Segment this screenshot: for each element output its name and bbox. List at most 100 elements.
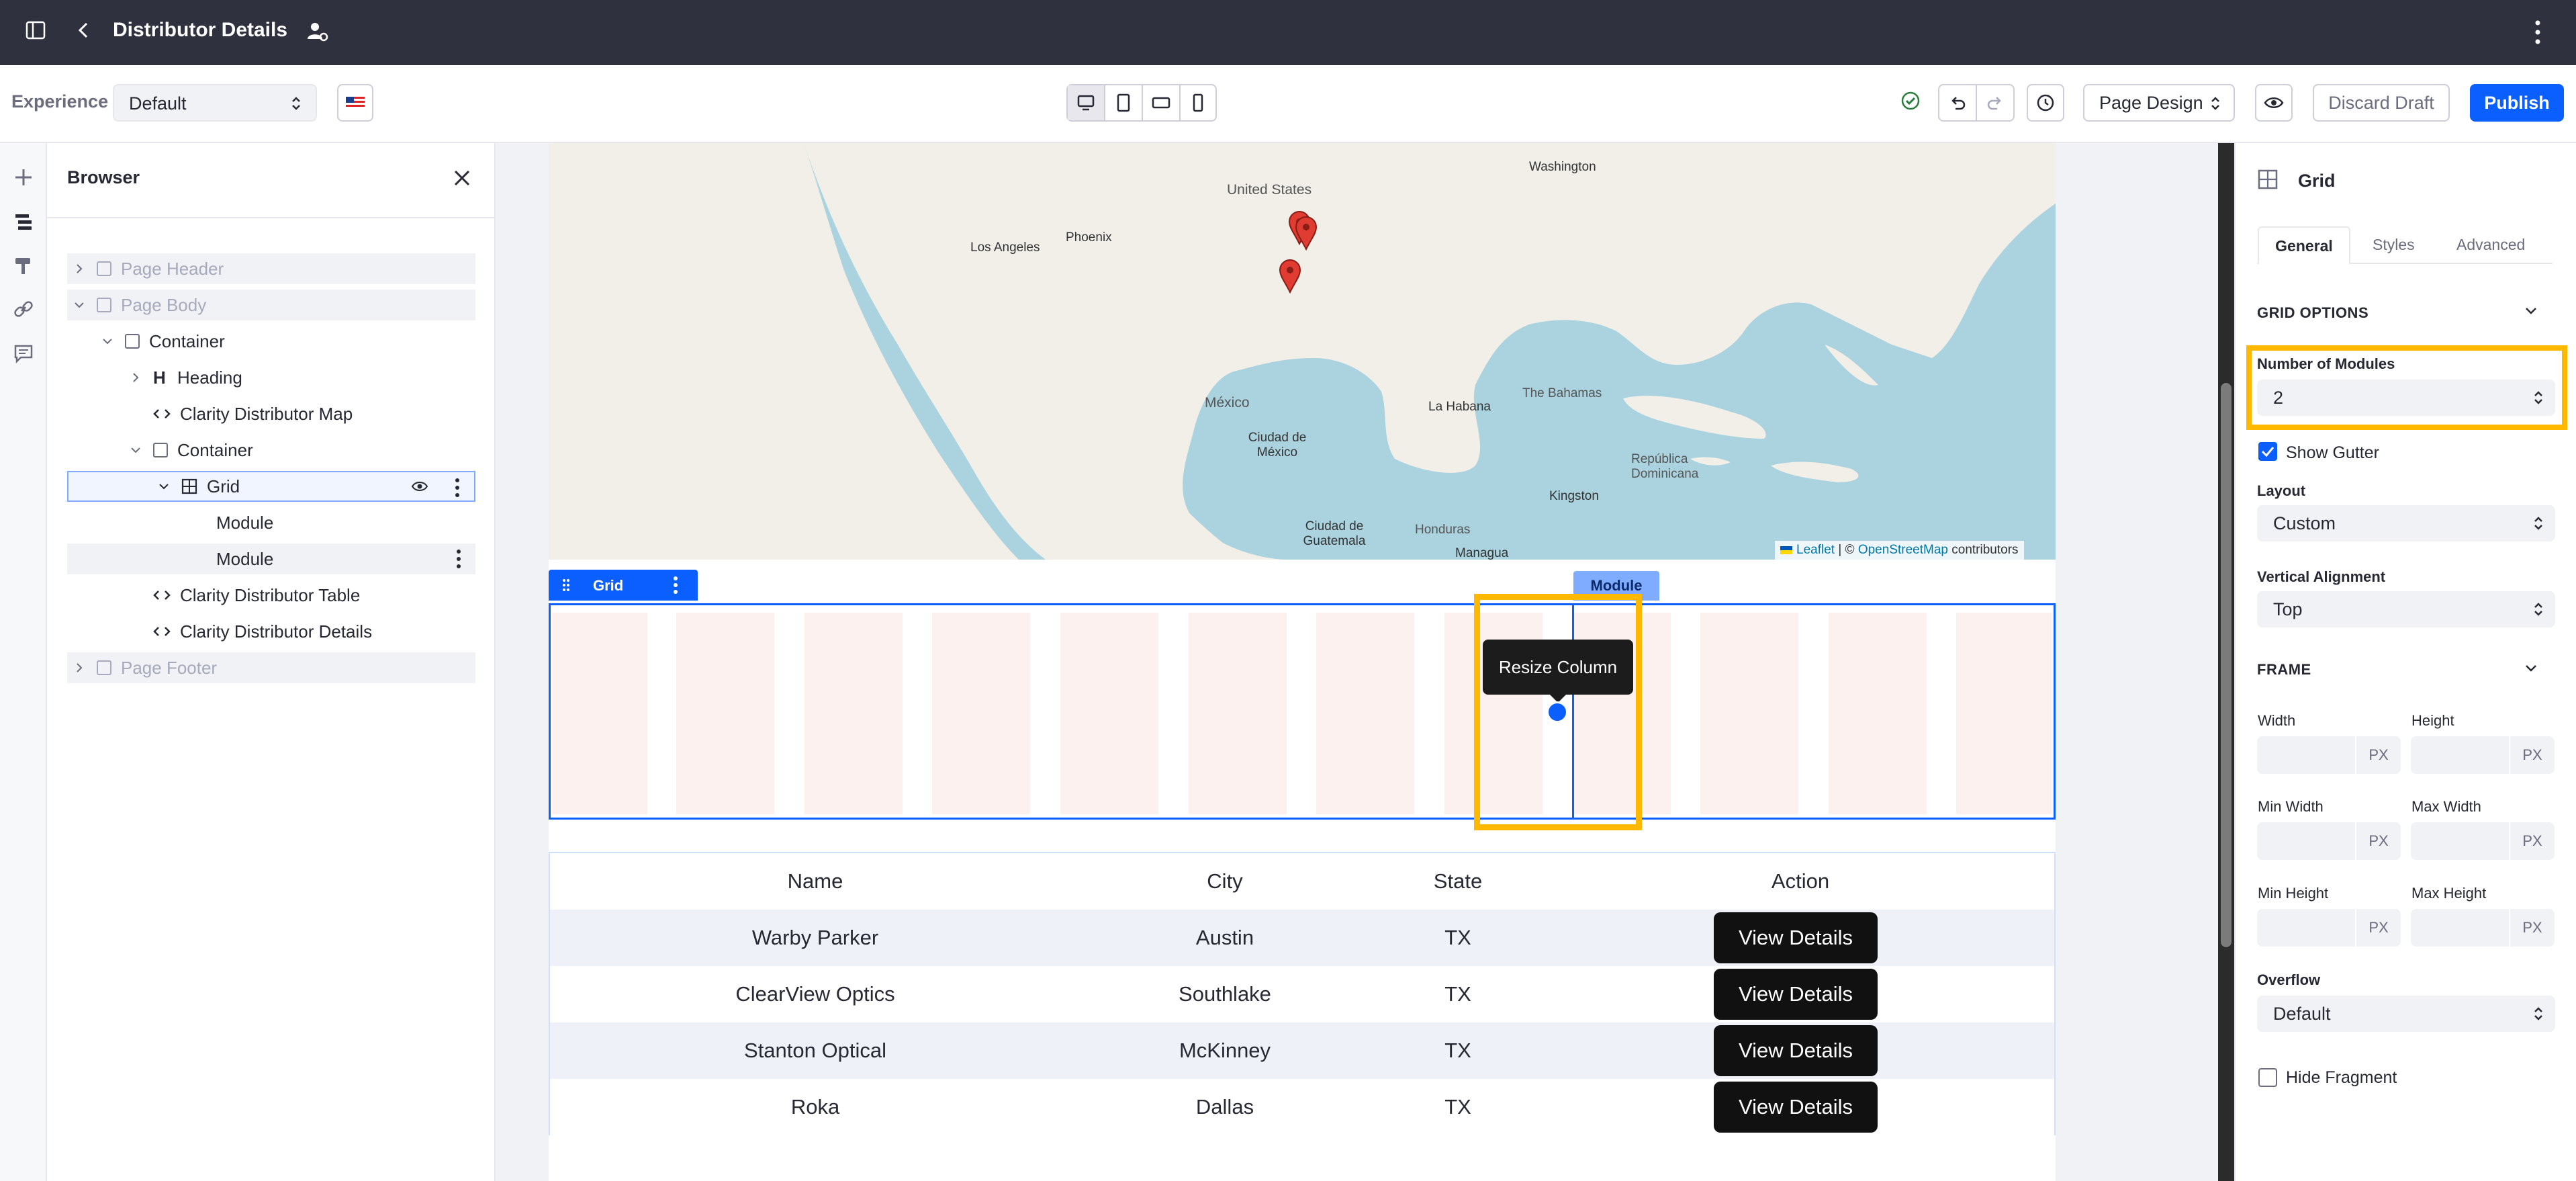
item-options-icon[interactable]: [457, 550, 461, 568]
width-field[interactable]: [2257, 736, 2355, 774]
view-details-button[interactable]: View Details: [1714, 1025, 1878, 1076]
min-width-unit[interactable]: PX: [2356, 822, 2401, 860]
tree-item-container[interactable]: Container: [67, 326, 475, 357]
discard-draft-button[interactable]: Discard Draft: [2313, 84, 2450, 122]
browser-tree-icon[interactable]: [13, 212, 34, 232]
resize-handle[interactable]: [1547, 701, 1568, 723]
tree-item-page-header[interactable]: Page Header: [67, 253, 475, 284]
page-design-select[interactable]: Page Design: [2083, 84, 2235, 122]
min-width-input[interactable]: PX: [2257, 822, 2401, 860]
page-title: Distributor Details: [113, 19, 288, 41]
min-height-field[interactable]: [2257, 909, 2355, 947]
undo-button[interactable]: [1939, 85, 1977, 120]
height-input[interactable]: PX: [2411, 736, 2555, 774]
grid-topper[interactable]: Grid: [549, 570, 698, 601]
tree-item-module-2[interactable]: Module: [67, 543, 475, 574]
tab-advanced[interactable]: Advanced: [2456, 236, 2525, 254]
view-details-button[interactable]: View Details: [1714, 969, 1878, 1020]
tree-item-heading[interactable]: H Heading: [67, 362, 475, 393]
select-caret-icon: [2534, 603, 2542, 616]
leaflet-link[interactable]: Leaflet: [1796, 543, 1835, 558]
tab-styles[interactable]: Styles: [2373, 236, 2415, 254]
hide-fragment-checkbox[interactable]: [2258, 1068, 2277, 1087]
layout-select[interactable]: Custom: [2257, 505, 2555, 541]
preview-button[interactable]: [2255, 84, 2293, 122]
tree-item-label: Container: [149, 331, 225, 351]
overflow-select[interactable]: Default: [2257, 996, 2555, 1032]
max-width-input[interactable]: PX: [2411, 822, 2555, 860]
height-field[interactable]: [2411, 736, 2509, 774]
chevron-right-icon[interactable]: [73, 661, 86, 674]
chevron-down-icon[interactable]: [129, 443, 142, 457]
fragment-checkbox-icon: [97, 660, 111, 675]
max-width-unit[interactable]: PX: [2510, 822, 2555, 860]
tree-item-page-body[interactable]: Page Body: [67, 290, 475, 320]
width-input[interactable]: PX: [2257, 736, 2401, 774]
tree-item-grid[interactable]: Grid: [67, 471, 475, 502]
min-height-input[interactable]: PX: [2257, 909, 2401, 947]
redo-button[interactable]: [1977, 85, 2013, 120]
show-gutter-checkbox[interactable]: [2258, 442, 2277, 461]
grid-options-heading[interactable]: GRID OPTIONS: [2257, 304, 2368, 322]
tree-item-label: Clarity Distributor Details: [180, 621, 373, 642]
vertical-alignment-select[interactable]: Top: [2257, 591, 2555, 627]
grid-options-icon[interactable]: [672, 576, 679, 595]
map-marker-icon[interactable]: [1278, 259, 1302, 294]
frame-heading[interactable]: FRAME: [2257, 661, 2311, 679]
tree-item-distributor-details[interactable]: Clarity Distributor Details: [67, 616, 475, 647]
openstreetmap-link[interactable]: OpenStreetMap: [1858, 543, 1948, 558]
visibility-eye-icon[interactable]: [411, 480, 428, 492]
chevron-down-icon[interactable]: [101, 335, 114, 348]
grid-column-guide: [1829, 613, 1927, 814]
chevron-down-icon[interactable]: [73, 298, 86, 312]
chevron-down-icon[interactable]: [2524, 304, 2538, 318]
tab-general[interactable]: General: [2258, 226, 2350, 264]
back-icon[interactable]: [75, 20, 91, 40]
height-unit[interactable]: PX: [2510, 736, 2555, 774]
more-options-icon[interactable]: [2534, 19, 2541, 46]
tree-item-distributor-map[interactable]: Clarity Distributor Map: [67, 398, 475, 429]
min-height-unit[interactable]: PX: [2356, 909, 2401, 947]
portrait-view-button[interactable]: [1181, 85, 1215, 120]
add-fragment-icon[interactable]: [13, 167, 34, 187]
tree-item-container-inner[interactable]: Container: [67, 435, 475, 466]
tree-item-page-footer[interactable]: Page Footer: [67, 652, 475, 683]
user-permissions-icon[interactable]: [306, 20, 329, 43]
view-details-button[interactable]: View Details: [1714, 912, 1878, 963]
publish-button[interactable]: Publish: [2470, 84, 2564, 122]
history-button[interactable]: [2027, 84, 2064, 122]
page-design-brush-icon[interactable]: [13, 256, 34, 276]
app-header: Distributor Details: [0, 0, 2576, 65]
sidebar-toggle-icon[interactable]: [26, 20, 46, 40]
container-icon: [125, 334, 140, 349]
language-flag-button[interactable]: [337, 84, 373, 122]
view-details-button[interactable]: View Details: [1714, 1082, 1878, 1133]
width-unit[interactable]: PX: [2356, 736, 2401, 774]
experience-select[interactable]: Default: [113, 84, 317, 122]
tree-item-module-1[interactable]: Module: [67, 507, 475, 538]
valign-value: Top: [2273, 599, 2303, 619]
tablet-view-button[interactable]: [1105, 85, 1143, 120]
code-icon: [153, 590, 171, 600]
tree-item-distributor-table[interactable]: Clarity Distributor Table: [67, 580, 475, 611]
min-width-field[interactable]: [2257, 822, 2355, 860]
item-options-icon[interactable]: [455, 478, 459, 497]
chevron-down-icon[interactable]: [157, 480, 171, 493]
max-width-field[interactable]: [2411, 822, 2509, 860]
comments-icon[interactable]: [13, 343, 34, 363]
scrollbar-thumb[interactable]: [2221, 383, 2232, 947]
drag-handle-icon[interactable]: [562, 578, 570, 592]
chevron-down-icon[interactable]: [2524, 661, 2538, 676]
close-icon[interactable]: [453, 169, 471, 187]
desktop-view-button[interactable]: [1068, 85, 1105, 120]
max-height-input[interactable]: PX: [2411, 909, 2555, 947]
mapping-link-icon[interactable]: [13, 299, 34, 319]
max-height-field[interactable]: [2411, 909, 2509, 947]
view-details-label: View Details: [1738, 1095, 1853, 1119]
chevron-right-icon[interactable]: [129, 371, 142, 384]
map-marker-icon[interactable]: [1294, 216, 1318, 251]
chevron-right-icon[interactable]: [73, 262, 86, 275]
max-height-unit[interactable]: PX: [2510, 909, 2555, 947]
distributor-map[interactable]: United States Washington Phoenix Los Ang…: [549, 143, 2056, 560]
landscape-view-button[interactable]: [1143, 85, 1181, 120]
